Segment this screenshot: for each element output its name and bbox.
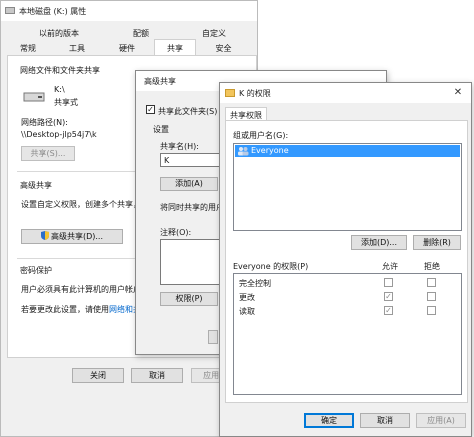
share-folder-label: 共享此文件夹(S) [158,107,218,116]
properties-title: 本地磁盘 (K:) 属性 [19,7,87,16]
separator [17,258,135,259]
properties-titlebar[interactable]: 本地磁盘 (K:) 属性 [1,1,257,21]
permission-name: 更改 [239,293,255,302]
user-list[interactable]: Everyone [233,143,462,231]
table-row: 读取 ✓ [234,304,461,318]
password-desc: 用户必须具有此计算机的用户帐户和 [21,285,149,294]
net-path-label: 网络路径(N): [21,118,68,127]
tab-custom[interactable]: 自定义 [189,28,239,39]
user-name: Everyone [251,146,289,155]
adv-sharing-desc: 设置自定义权限，创建多个共享，并 [21,200,149,209]
adv-hidden-button[interactable] [208,330,218,344]
group-user-label: 组或用户名(G): [233,131,289,140]
folder-title-icon [225,89,235,97]
allow-checkbox[interactable]: ✓ [384,292,393,301]
settings-heading: 设置 [153,125,169,134]
share-name-label: 共享名(H): [160,142,199,151]
permissions-title: K 的权限 [239,89,271,98]
close-button[interactable]: 关闭 [72,368,124,383]
permission-for-label: Everyone 的权限(P) [233,262,309,271]
drive-title-icon [5,7,15,14]
password-protection-heading: 密码保护 [20,266,52,275]
tab-sharing[interactable]: 共享 [154,43,196,54]
net-path-value: \\Desktop-jlp54j7\k [21,130,97,139]
notes-label: 注释(O): [160,228,192,237]
net-sharing-heading: 网络文件和文件夹共享 [20,66,100,75]
deny-checkbox[interactable] [427,292,436,301]
table-row: 更改 ✓ [234,290,461,304]
shield-icon [40,231,49,240]
deny-checkbox[interactable] [427,278,436,287]
adv-sharing-heading: 高级共享 [20,181,52,190]
props-cancel-button[interactable]: 取消 [131,368,183,383]
share-button[interactable]: 共享(S)... [21,146,75,161]
permissions-titlebar[interactable]: K 的权限 ✕ [220,83,471,103]
permissions-window: K 的权限 ✕ 共享权限 组或用户名(G): Everyone 添加(D)...… [219,82,472,437]
notes-field[interactable] [160,239,220,285]
remove-user-button[interactable]: 删除(R) [413,235,461,250]
deny-checkbox[interactable] [427,306,436,315]
deny-column-header: 拒绝 [424,262,440,271]
tab-tools[interactable]: 工具 [57,43,97,54]
add-share-button[interactable]: 添加(A) [160,177,218,191]
permissions-table: 完全控制 更改 ✓ 读取 ✓ [233,273,462,395]
tab-general[interactable]: 常规 [3,43,53,54]
permissions-button[interactable]: 权限(P) [160,292,218,306]
share-name-field[interactable]: K [160,153,220,167]
share-folder-checkbox[interactable]: ✓ [146,105,155,114]
perm-apply-button[interactable]: 应用(A) [416,413,466,428]
allow-checkbox[interactable]: ✓ [384,306,393,315]
permission-name: 完全控制 [239,279,271,288]
tab-quota[interactable]: 配额 [121,28,161,39]
perm-cancel-button[interactable]: 取消 [360,413,410,428]
allow-checkbox[interactable] [384,278,393,287]
table-row: 完全控制 [234,276,461,290]
advanced-sharing-button[interactable]: 高级共享(D)... [21,229,123,244]
advanced-sharing-title: 高级共享 [144,77,176,86]
add-user-button[interactable]: 添加(D)... [351,235,407,250]
password-change-text: 若要更改此设置，请使用网络和共享 [21,304,149,315]
separator [17,171,135,172]
tab-security[interactable]: 安全 [201,43,246,54]
drive-name: K:\ [54,85,65,94]
close-icon[interactable]: ✕ [445,83,471,103]
tab-previous-versions[interactable]: 以前的版本 [29,28,89,39]
user-limit-label: 将同时共享的用户 [160,203,224,212]
tab-hardware[interactable]: 硬件 [107,43,147,54]
allow-column-header: 允许 [382,262,398,271]
ok-button[interactable]: 确定 [304,413,354,428]
password-change-prefix: 若要更改此设置，请使用 [21,305,109,314]
list-item[interactable]: Everyone [235,145,460,157]
drive-share-state: 共享式 [54,98,78,107]
advanced-sharing-label: 高级共享(D)... [50,232,104,241]
drive-icon [23,91,45,103]
users-icon [237,146,249,156]
permission-name: 读取 [239,307,255,316]
